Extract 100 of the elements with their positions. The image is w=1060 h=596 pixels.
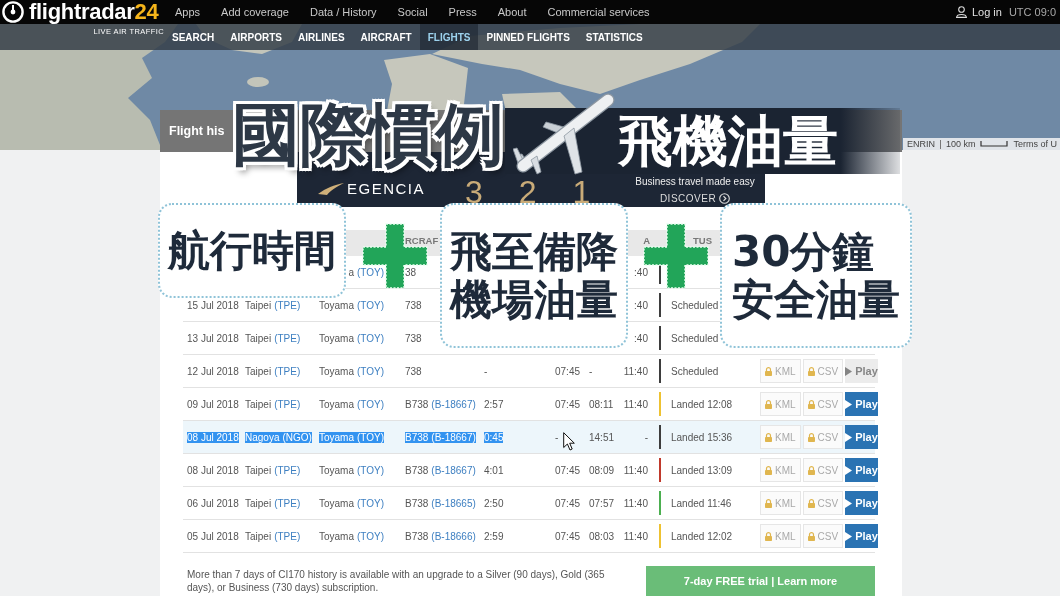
export-button[interactable]: CSV [802,392,844,416]
export-button[interactable]: KML [760,458,801,482]
aircraft-type: 738 [405,332,422,344]
status-text: Landed 13:09 [671,464,733,476]
airport-code-link[interactable]: (TPE) [274,464,301,476]
airport-code-link[interactable]: (TOY) [356,530,384,542]
lock-icon [765,531,772,541]
time-text: 07:45 [555,497,581,509]
play-button[interactable]: Play [845,425,878,449]
terms-link[interactable]: Terms of U [1013,139,1057,149]
city-name: Toyama [318,431,357,443]
column-header[interactable]: TUS [693,235,712,246]
airport-code-link[interactable]: (TOY) [356,431,384,443]
date-text: 15 Jul 2018 [187,299,239,311]
menu-link[interactable]: Add coverage [221,6,289,18]
lock-icon [765,366,772,376]
nav-tab[interactable]: FLIGHTS [419,24,479,50]
export-button[interactable]: CSV [802,359,844,383]
column-header[interactable]: RCRAF [405,235,439,246]
discover-link[interactable]: DISCOVER [659,193,731,204]
export-button[interactable]: KML [760,491,801,515]
time-text: - [644,431,648,443]
menu-link[interactable]: Apps [175,6,201,18]
duration-text: 2:59 [484,530,504,542]
airport-code-link[interactable]: (TOY) [356,497,384,509]
registration-link[interactable]: (B-18667) [431,398,476,410]
airport-code-link[interactable]: (TPE) [274,299,301,311]
airport-code-link[interactable]: (TPE) [274,497,301,509]
registration-link[interactable]: (B-18667) [431,464,476,476]
export-button[interactable]: CSV [802,524,844,548]
nav-tab[interactable]: AIRCRAFT [352,24,420,50]
time-text: 08:11 [589,398,614,410]
lock-icon [765,432,772,442]
menu-link[interactable]: Commercial services [547,6,650,18]
date-text: 08 Jul 2018 [187,464,239,476]
nav-tab[interactable]: AIRLINES [289,24,353,50]
panel-title: Flight his [169,124,225,138]
time-text: 11:40 [623,365,648,377]
time-text: 07:45 [555,365,581,377]
registration-link[interactable]: (B-18665) [431,497,476,509]
aircraft-type: 738 [405,299,422,311]
airport-code-link[interactable]: (TOY) [356,266,384,278]
lock-icon [765,399,772,409]
airport-code-link[interactable]: (NGO) [282,431,312,443]
nav-tab[interactable]: SEARCH [164,24,223,50]
caption-text: 30分鐘 安全油量 [732,227,900,324]
city-name: Taipei [245,299,272,311]
export-button[interactable]: KML [760,359,801,383]
export-button[interactable]: KML [760,425,801,449]
time-text: 11:40 [623,530,648,542]
time-text: 11:40 [623,398,648,410]
menu-link[interactable]: About [497,6,527,18]
status-text: Scheduled [671,332,719,344]
export-button[interactable]: KML [760,392,801,416]
export-button[interactable]: CSV [802,491,844,515]
city-name: Taipei [245,464,272,476]
time-text: :40 [634,299,648,311]
nav-tab[interactable]: STATISTICS [577,24,651,50]
lock-icon [807,465,815,475]
brand-logo[interactable]: flightradar24 [29,0,159,24]
footnote-text: More than 7 days of CI170 history is available with an upgrade to a Silver (90 days), Gold (365 days), or Business (730 days) subscription. [187,568,606,594]
scale-bar-icon [980,141,1009,147]
play-button[interactable]: Play [845,392,878,416]
airport-code-link[interactable]: (TOY) [356,398,384,410]
city-name: a [348,266,354,278]
airport-code-link[interactable]: (TPE) [274,332,301,344]
registration-link[interactable]: (B-18666) [431,530,476,542]
time-text: - [589,365,593,377]
menu-link[interactable]: Social [397,6,428,18]
city-name: Taipei [245,332,272,344]
radar-icon [2,1,24,23]
login-link[interactable]: Log in [955,6,1002,18]
date-text: 09 Jul 2018 [187,398,239,410]
city-name: Toyama [318,464,354,476]
airport-code-link[interactable]: (TOY) [356,299,384,311]
nav-tab[interactable]: PINNED FLIGHTS [478,24,578,50]
city-name: Taipei [245,398,272,410]
airport-code-link[interactable]: (TOY) [356,464,384,476]
airport-code-link[interactable]: (TOY) [356,365,384,377]
time-text: 07:45 [555,398,581,410]
menu-link[interactable]: Press [448,6,477,18]
trial-button[interactable]: 7-day FREE trial | Learn more [646,566,875,596]
cursor-icon [563,432,575,451]
play-button[interactable]: Play [845,524,878,548]
duration-text: 2:50 [484,497,504,509]
export-button[interactable]: CSV [802,458,844,482]
export-button[interactable]: KML [760,524,801,548]
ad-logo-icon [318,182,344,195]
airport-code-link[interactable]: (TOY) [356,332,384,344]
registration-link[interactable]: (B-18667) [431,431,476,443]
column-header[interactable]: A [643,235,650,246]
menu-link[interactable]: Data / History [309,6,377,18]
play-button[interactable]: Play [845,491,878,515]
airport-code-link[interactable]: (TPE) [274,398,301,410]
caption-text: 飛至備降 機場油量 [450,227,618,324]
time-text: 08:09 [589,464,615,476]
export-button[interactable]: CSV [802,425,844,449]
airport-code-link[interactable]: (TPE) [274,365,301,377]
play-button[interactable]: Play [845,458,878,482]
airport-code-link[interactable]: (TPE) [274,530,301,542]
